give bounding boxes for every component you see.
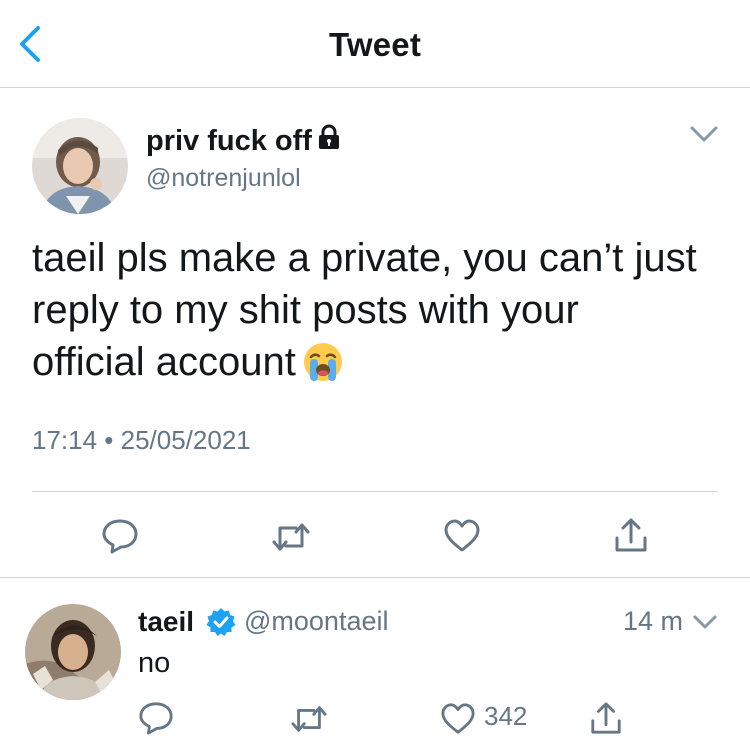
share-button[interactable]: [613, 516, 649, 559]
tweet-text-line: reply to my shit posts with your: [32, 288, 579, 332]
reply-icon: [102, 519, 138, 554]
reply-icon: [139, 702, 173, 735]
retweet-button[interactable]: [270, 518, 312, 561]
tweet-text-line: official account: [32, 336, 732, 396]
share-icon: [591, 702, 621, 734]
chevron-down-icon: [693, 615, 717, 629]
reply-author-name[interactable]: taeil: [138, 606, 194, 638]
reply-button[interactable]: [138, 700, 174, 741]
loudly-crying-face-icon: [302, 341, 344, 396]
reply-more-options-button[interactable]: [690, 610, 720, 639]
chevron-down-icon: [690, 126, 718, 142]
like-count: 342: [484, 701, 528, 731]
author-display-name: priv fuck off: [146, 124, 312, 157]
avatar[interactable]: [32, 118, 128, 214]
share-button[interactable]: [589, 700, 623, 741]
tweet-text: taeil pls make a private, you can’t just…: [32, 232, 732, 396]
top-bar: Tweet: [0, 0, 750, 88]
reply-author-handle[interactable]: @moontaeil: [244, 606, 388, 637]
divider: [0, 577, 750, 578]
verified-badge-icon: [206, 607, 236, 642]
like-button[interactable]: [440, 702, 476, 741]
retweet-button[interactable]: [289, 701, 329, 742]
heart-icon: [444, 519, 480, 552]
more-options-button[interactable]: [686, 120, 722, 148]
reply-button[interactable]: [101, 517, 139, 560]
reply-text: no: [138, 647, 171, 679]
share-icon: [615, 518, 647, 552]
like-button[interactable]: [443, 518, 481, 559]
lock-icon: [316, 124, 342, 158]
tweet-timestamp: 17:14 • 25/05/2021: [32, 425, 251, 455]
avatar[interactable]: [25, 604, 121, 700]
heart-icon: [441, 703, 475, 734]
author-name[interactable]: priv fuck off: [146, 124, 342, 158]
divider: [32, 491, 718, 492]
page-title: Tweet: [328, 26, 422, 63]
tweet-text-line: taeil pls make a private, you can’t just: [32, 236, 697, 280]
reply-timestamp: 14 m: [623, 606, 684, 636]
tweet-text-line-content: official account: [32, 340, 296, 384]
retweet-icon: [272, 523, 310, 551]
retweet-icon: [291, 706, 327, 732]
author-handle[interactable]: @notrenjunlol: [146, 164, 301, 193]
